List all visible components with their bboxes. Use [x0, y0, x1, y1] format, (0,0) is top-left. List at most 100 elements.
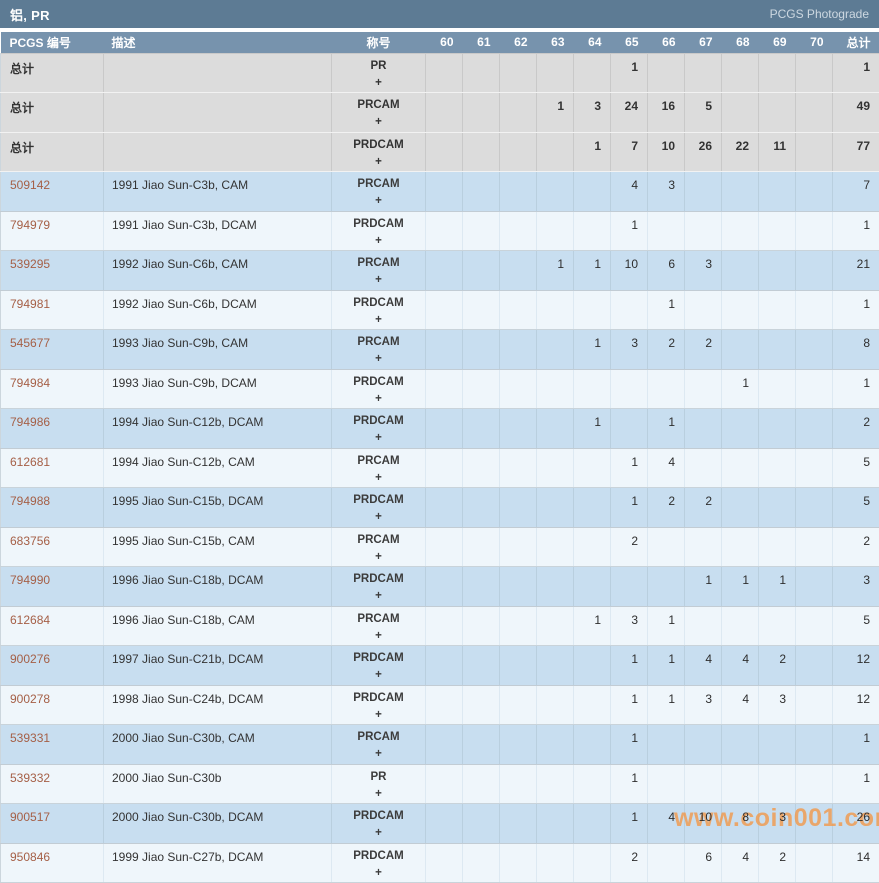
grade-count-cell-69	[759, 764, 796, 804]
grade-count-cell-67	[685, 725, 722, 765]
grade-count-cell-65: 1	[611, 53, 648, 93]
grade-count: 1	[631, 218, 638, 232]
grade-count-cell-67	[685, 527, 722, 567]
grade-count-cell-61	[463, 764, 500, 804]
pcgs-number-link[interactable]: 794986	[10, 415, 50, 429]
designation-plus: +	[332, 628, 425, 645]
grade-count: 3	[779, 692, 786, 706]
designation-text: PRCAM	[332, 97, 425, 114]
grade-count-cell-63	[537, 804, 574, 844]
row-total-value: 2	[863, 534, 870, 548]
grade-count-cell-67: 2	[685, 488, 722, 528]
grade-count: 10	[662, 139, 675, 153]
grade-count-cell-61	[463, 409, 500, 449]
row-total-value: 12	[857, 652, 870, 666]
designation-cell: PRDCAM+	[332, 409, 426, 449]
pcgs-number-link[interactable]: 539332	[10, 771, 50, 785]
designation-text: PRCAM	[332, 176, 425, 193]
designation-cell: PRDCAM+	[332, 132, 426, 172]
designation-text: PRDCAM	[332, 295, 425, 312]
pcgs-number-link[interactable]: 539295	[10, 257, 50, 271]
row-total-cell: 1	[833, 725, 879, 765]
designation-plus: +	[332, 786, 425, 803]
grade-count-cell-68	[722, 330, 759, 370]
pcgs-number-link[interactable]: 794981	[10, 297, 50, 311]
grade-count-cell-66: 2	[648, 330, 685, 370]
photograde-link[interactable]: PCGS Photograde	[770, 7, 869, 21]
description-text: 1996 Jiao Sun-C18b, CAM	[112, 613, 255, 627]
pcgs-number-cell: 794990	[1, 567, 104, 607]
grade-count-cell-63	[537, 488, 574, 528]
designation-plus: +	[332, 233, 425, 250]
pcgs-number-link[interactable]: 612681	[10, 455, 50, 469]
grade-count: 4	[631, 178, 638, 192]
grade-count: 3	[705, 692, 712, 706]
pcgs-number-link[interactable]: 545677	[10, 336, 50, 350]
grade-count-cell-63	[537, 646, 574, 686]
pcgs-number-link[interactable]: 683756	[10, 534, 50, 548]
grade-count-cell-66	[648, 764, 685, 804]
grade-count: 1	[742, 573, 749, 587]
grade-count-cell-63	[537, 725, 574, 765]
grade-count-cell-62	[500, 369, 537, 409]
designation-plus: +	[332, 746, 425, 763]
col-header-grade-70: 70	[796, 32, 833, 53]
pcgs-number-link[interactable]: 794990	[10, 573, 50, 587]
pcgs-number-link[interactable]: 794988	[10, 494, 50, 508]
grade-count-cell-64	[574, 764, 611, 804]
description-cell: 1995 Jiao Sun-C15b, CAM	[104, 527, 332, 567]
pcgs-number-link[interactable]: 900517	[10, 810, 50, 824]
description-text: 1998 Jiao Sun-C24b, DCAM	[112, 692, 263, 706]
col-header-total: 总计	[833, 32, 879, 53]
pcgs-number-link[interactable]: 900276	[10, 652, 50, 666]
grade-count: 1	[668, 652, 675, 666]
designation-cell: PRCAM+	[332, 93, 426, 133]
grade-count-cell-64	[574, 725, 611, 765]
row-total-cell: 26	[833, 804, 879, 844]
table-row: 6126811994 Jiao Sun-C12b, CAMPRCAM+145	[1, 448, 879, 488]
grade-count: 3	[594, 99, 601, 113]
designation-cell: PR+	[332, 764, 426, 804]
designation-text: PRDCAM	[332, 571, 425, 588]
designation-plus: +	[332, 75, 425, 92]
grade-count: 4	[742, 692, 749, 706]
grade-count-cell-62	[500, 409, 537, 449]
description-cell: 1991 Jiao Sun-C3b, DCAM	[104, 211, 332, 251]
grade-count-cell-67	[685, 211, 722, 251]
description-cell: 1996 Jiao Sun-C18b, DCAM	[104, 567, 332, 607]
designation-plus: +	[332, 114, 425, 131]
pcgs-number-link[interactable]: 794979	[10, 218, 50, 232]
pcgs-number-link[interactable]: 950846	[10, 850, 50, 864]
col-header-grade-67: 67	[685, 32, 722, 53]
pcgs-number-link[interactable]: 794984	[10, 376, 50, 390]
grade-count: 1	[779, 573, 786, 587]
grade-count-cell-67: 10	[685, 804, 722, 844]
grade-count: 1	[594, 336, 601, 350]
grade-count-cell-63	[537, 290, 574, 330]
grade-count: 2	[668, 494, 675, 508]
row-total-cell: 12	[833, 646, 879, 686]
pcgs-number-link[interactable]: 509142	[10, 178, 50, 192]
grade-count-cell-61	[463, 567, 500, 607]
pcgs-number-link[interactable]: 900278	[10, 692, 50, 706]
row-total-cell: 3	[833, 567, 879, 607]
grade-count: 11	[773, 139, 786, 153]
pcgs-number-link[interactable]: 539331	[10, 731, 50, 745]
grade-count-cell-68	[722, 488, 759, 528]
pcgs-number-cell: 683756	[1, 527, 104, 567]
designation-plus: +	[332, 351, 425, 368]
col-header-grade-60: 60	[426, 32, 463, 53]
table-row: 7949791991 Jiao Sun-C3b, DCAMPRDCAM+11	[1, 211, 879, 251]
grade-count-cell-64	[574, 53, 611, 93]
grade-count-cell-65: 1	[611, 685, 648, 725]
grade-count-cell-70	[796, 172, 833, 212]
grade-count-cell-60	[426, 685, 463, 725]
grade-count-cell-60	[426, 567, 463, 607]
grade-count-cell-61	[463, 606, 500, 646]
row-total-value: 8	[863, 336, 870, 350]
col-header-grade-66: 66	[648, 32, 685, 53]
pcgs-number-link[interactable]: 612684	[10, 613, 50, 627]
grade-count-cell-68	[722, 211, 759, 251]
table-row: 6126841996 Jiao Sun-C18b, CAMPRCAM+1315	[1, 606, 879, 646]
table-row: 总计PR+11	[1, 53, 879, 93]
